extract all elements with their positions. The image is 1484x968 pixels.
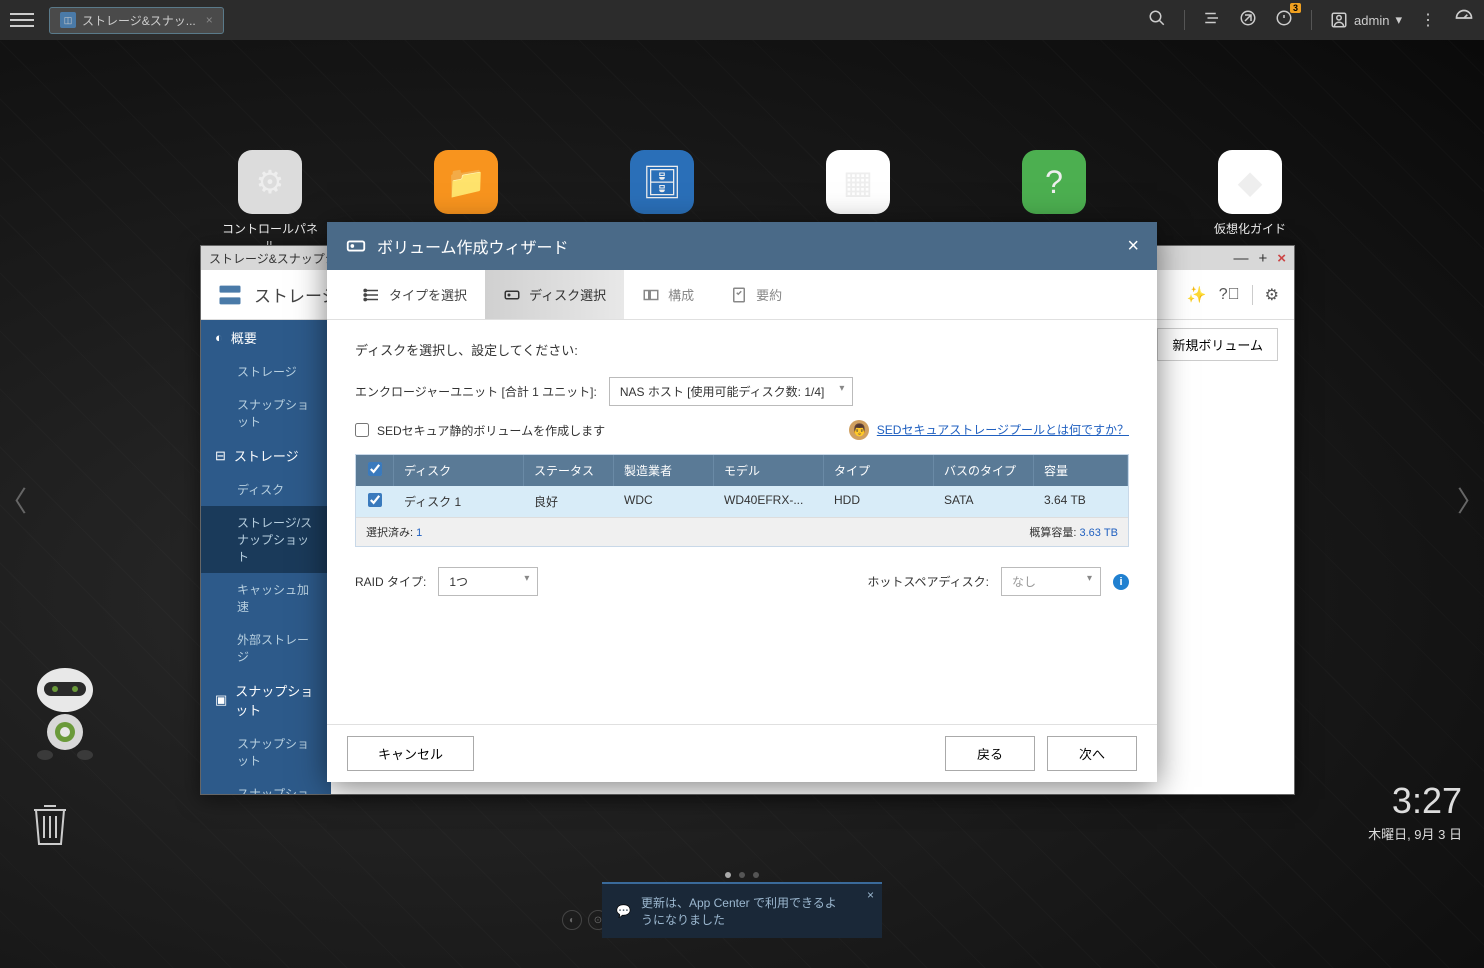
more-icon[interactable]: ⋮ — [1420, 10, 1436, 30]
sidebar-item-overview[interactable]: ◐概要 — [201, 320, 331, 355]
wizard-step-type[interactable]: タイプを選択 — [345, 270, 485, 319]
new-volume-button[interactable]: 新規ボリューム — [1157, 328, 1278, 361]
disk-table: ディスク ステータス 製造業者 モデル タイプ バスのタイプ 容量 ディスク 1… — [355, 454, 1129, 547]
sed-checkbox-row[interactable]: SEDセキュア静的ボリュームを作成します — [355, 422, 605, 439]
row-checkbox[interactable] — [368, 493, 382, 507]
enclosure-label: エンクロージャーユニット [合計 1 ユニット]: — [355, 383, 597, 400]
sidebar-item-snapshot-ov[interactable]: スナップショット — [201, 388, 331, 438]
desktop-icon-5[interactable]: ◆ 仮想化ガイド — [1200, 150, 1300, 254]
sidebar-item-cache[interactable]: キャッシュ加速 — [201, 573, 331, 623]
est-label: 概算容量: — [1029, 527, 1076, 539]
sidebar-item-disk[interactable]: ディスク — [201, 473, 331, 506]
chevron-down-icon: ▾ — [1395, 12, 1402, 28]
sidebar-item-external[interactable]: 外部ストレージ — [201, 623, 331, 673]
app-icon: 🗄 — [630, 150, 694, 214]
app-icon: ◆ — [1218, 150, 1282, 214]
desktop-icon-0[interactable]: ⚙コントロールパネル — [220, 150, 320, 254]
wizard-step-disk[interactable]: ディスク選択 — [485, 270, 624, 319]
search-icon[interactable] — [1148, 9, 1166, 32]
sidebar-item-snap1[interactable]: スナップショット — [201, 727, 331, 777]
th-status: ステータス — [524, 455, 614, 486]
th-model: モデル — [714, 455, 824, 486]
wizard-step-summary[interactable]: 要約 — [712, 270, 800, 319]
hotspare-label: ホットスペアディスク: — [867, 573, 989, 590]
trash-icon[interactable] — [30, 800, 70, 848]
hotspare-select[interactable]: なし — [1001, 567, 1101, 596]
user-menu[interactable]: admin ▾ — [1330, 11, 1402, 29]
app-icon: ▦ — [826, 150, 890, 214]
storage-icon — [216, 281, 244, 309]
gear-icon[interactable]: ⚙ — [1265, 285, 1279, 305]
user-icon — [1330, 11, 1348, 29]
th-type: タイプ — [824, 455, 934, 486]
devices-icon[interactable] — [1239, 9, 1257, 32]
chat-icon: 💬 — [616, 904, 631, 918]
select-all-checkbox[interactable] — [368, 462, 382, 476]
sidebar-item-storage-snap[interactable]: ストレージ/スナップショット — [201, 506, 331, 573]
sidebar-item-storage[interactable]: ⊟ストレージ — [201, 438, 331, 473]
wizard-step-configure[interactable]: 構成 — [624, 270, 712, 319]
clock-date: 木曜日, 9月 3 日 — [1368, 824, 1462, 843]
est-value: 3.63 TB — [1079, 527, 1118, 539]
dashboard-icon[interactable] — [1454, 8, 1474, 33]
app-label: 仮想化ガイド — [1214, 220, 1286, 237]
tasks-icon[interactable] — [1203, 9, 1221, 32]
sed-checkbox[interactable] — [355, 423, 369, 437]
app-icon: ⚙ — [238, 150, 302, 214]
widget-icon[interactable]: ◐ — [562, 910, 582, 930]
back-button[interactable]: 戻る — [945, 736, 1035, 771]
notification-text: 更新は、App Center で利用できるようになりました — [641, 894, 842, 928]
sidebar-item-snap2[interactable]: スナップショット — [201, 777, 331, 794]
enclosure-select[interactable]: NAS ホスト [使用可能ディスク数: 1/4] — [609, 377, 854, 406]
assistant-robot[interactable] — [20, 660, 110, 770]
drive-icon — [345, 235, 367, 257]
tab-title: ストレージ&スナッ... — [82, 12, 196, 29]
th-mfr: 製造業者 — [614, 455, 714, 486]
selected-count: 1 — [416, 527, 422, 539]
volume-wizard-dialog: ボリューム作成ウィザード × タイプを選択 ディスク選択 構成 要約 ディスクを… — [327, 222, 1157, 782]
selected-label: 選択済み: — [366, 527, 413, 539]
window-header-title: ストレージ — [254, 282, 339, 307]
app-tab[interactable]: ◫ ストレージ&スナッ... × — [49, 7, 224, 34]
sed-help-link[interactable]: SEDセキュアストレージプールとは何ですか？ — [877, 423, 1129, 437]
th-disk: ディスク — [394, 455, 524, 486]
close-button[interactable]: × — [1277, 250, 1286, 267]
desktop-prev[interactable]: 〈 — [0, 470, 28, 530]
wand-icon[interactable]: ✨ — [1187, 285, 1207, 305]
sidebar: ◐概要 ストレージ スナップショット ⊟ストレージ ディスク ストレージ/スナッ… — [201, 320, 331, 794]
desktop-pager[interactable] — [725, 872, 759, 878]
wizard-title: ボリューム作成ウィザード — [377, 234, 569, 258]
notifications-icon[interactable]: 3 — [1275, 9, 1293, 32]
app-icon: ? — [1022, 150, 1086, 214]
sed-checkbox-label: SEDセキュア静的ボリュームを作成します — [377, 422, 605, 439]
help-icon[interactable]: ?⃝ — [1219, 286, 1240, 304]
sidebar-item-snapshot[interactable]: ▣スナップショット — [201, 673, 331, 727]
clock-time: 3:27 — [1368, 780, 1462, 822]
notification-badge: 3 — [1290, 3, 1301, 13]
minimize-button[interactable]: — — [1233, 250, 1248, 267]
wizard-instruction: ディスクを選択し、設定してください: — [355, 340, 1129, 359]
close-icon[interactable]: × — [1127, 235, 1139, 258]
menu-button[interactable] — [10, 8, 34, 32]
th-capacity: 容量 — [1034, 455, 1128, 486]
cancel-button[interactable]: キャンセル — [347, 736, 474, 771]
notification-toast[interactable]: 💬 更新は、App Center で利用できるようになりました × — [602, 882, 882, 938]
info-icon[interactable]: i — [1113, 574, 1129, 590]
help-face-icon: 👨 — [849, 420, 869, 440]
storage-app-icon: ◫ — [60, 12, 76, 28]
th-bus: バスのタイプ — [934, 455, 1034, 486]
raid-label: RAID タイプ: — [355, 573, 426, 590]
username-label: admin — [1354, 13, 1389, 28]
table-row[interactable]: ディスク 1 良好 WDC WD40EFRX-... HDD SATA 3.64… — [356, 486, 1128, 517]
maximize-button[interactable]: + — [1258, 250, 1267, 267]
next-button[interactable]: 次へ — [1047, 736, 1137, 771]
close-icon[interactable]: × — [867, 888, 874, 902]
raid-select[interactable]: 1つ — [438, 567, 538, 596]
desktop-next[interactable]: 〉 — [1456, 470, 1484, 530]
close-icon[interactable]: × — [206, 13, 213, 27]
app-icon: 📁 — [434, 150, 498, 214]
sidebar-item-storage-ov[interactable]: ストレージ — [201, 355, 331, 388]
